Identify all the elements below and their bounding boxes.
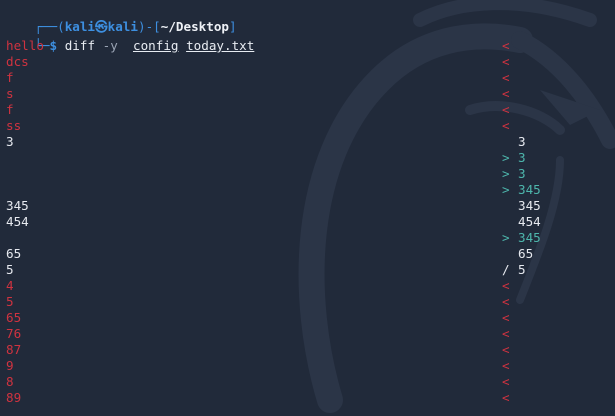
diff-right-line: 454 [518,214,541,229]
diff-right-line: 3 [518,166,526,181]
diff-marker: < [502,54,510,69]
diff-marker: < [502,310,510,325]
command-option: -y [102,38,118,53]
diff-left-line: 76 [6,326,22,341]
diff-right-line: 345 [518,230,541,245]
diff-left-line: ss [6,118,22,133]
command-name: diff [64,38,96,53]
diff-left-line: f [6,102,14,117]
diff-right-line: 5 [518,262,526,277]
diff-left-line: s [6,86,14,101]
diff-marker: > [502,230,510,245]
command-arg-today: today.txt [186,38,255,53]
command-line[interactable]: └─$ diff -y config today.txt [4,22,254,53]
diff-marker: < [502,294,510,309]
diff-left-line: 345 [6,198,29,213]
diff-marker: < [502,358,510,373]
diff-marker: > [502,166,510,181]
diff-marker: < [502,102,510,117]
diff-right-line: 65 [518,246,534,261]
diff-left-line: 8 [6,374,14,389]
diff-left-line: dcs [6,54,29,69]
diff-left-line: 65 [6,310,22,325]
diff-marker: < [502,70,510,85]
diff-marker: < [502,326,510,341]
diff-right-line: 3 [518,150,526,165]
diff-right-line: 345 [518,198,541,213]
diff-marker: > [502,182,510,197]
prompt-header: ┌──(kali㉿kali)-[~/Desktop] [4,3,236,34]
diff-left-line: 454 [6,214,29,229]
diff-right-line: 3 [518,134,526,149]
diff-marker: < [502,278,510,293]
diff-left-line: 9 [6,358,14,373]
diff-left-line: f [6,70,14,85]
diff-marker: < [502,86,510,101]
diff-right-line: 345 [518,182,541,197]
diff-left-line: 4 [6,278,14,293]
diff-left-line: 5 [6,262,14,277]
diff-marker: < [502,374,510,389]
command-arg-config: config [132,38,179,53]
diff-marker: > [502,150,510,165]
terminal-window[interactable]: ┌──(kali㉿kali)-[~/Desktop] └─$ diff -y c… [0,0,615,416]
diff-left-line: 87 [6,342,22,357]
diff-marker: < [502,38,510,53]
diff-marker: < [502,342,510,357]
diff-marker: / [502,262,510,277]
diff-left-line: 3 [6,134,14,149]
diff-left-line: 5 [6,294,14,309]
prompt-dollar: $ [49,38,58,53]
diff-marker: < [502,118,510,133]
diff-left-line: hello [6,38,44,53]
diff-left-line: 65 [6,246,22,261]
diff-left-line: 89 [6,390,22,405]
diff-marker: < [502,390,510,405]
